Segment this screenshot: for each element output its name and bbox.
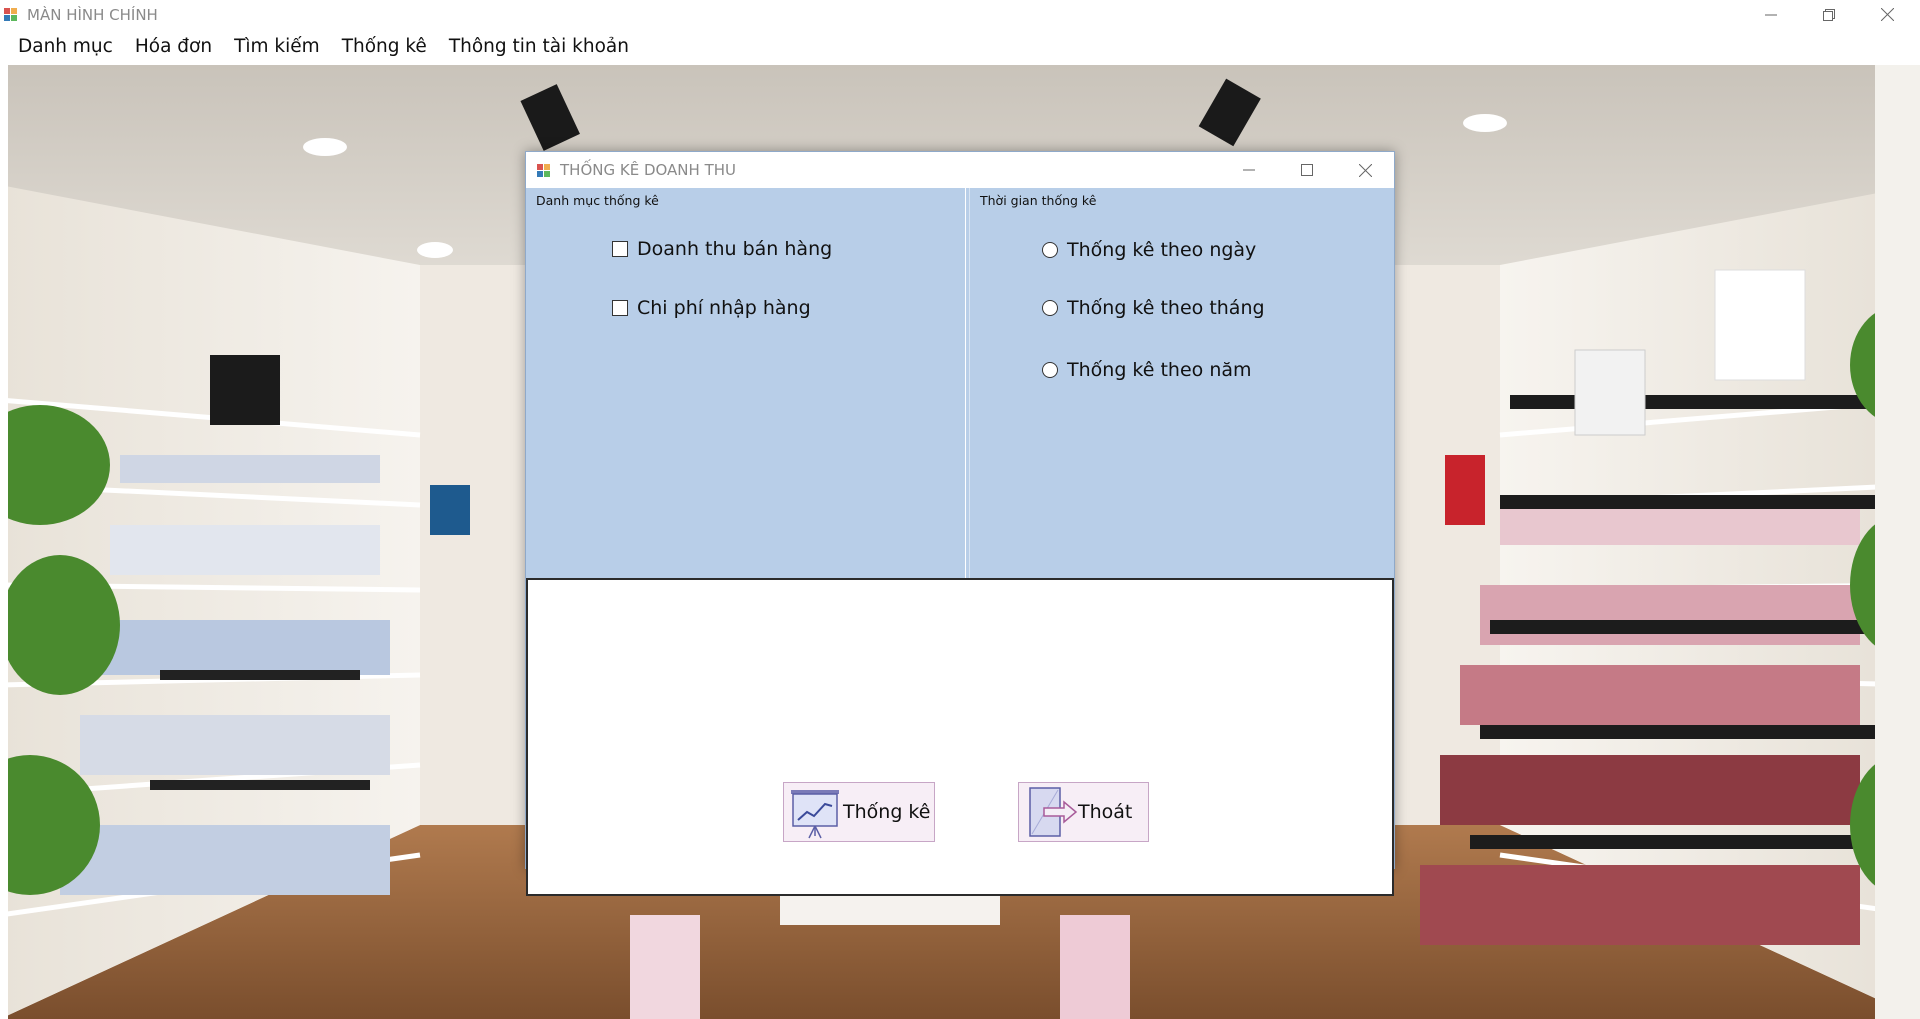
by-year-radio[interactable]: Thống kê theo năm (1042, 359, 1252, 381)
by-year-label: Thống kê theo năm (1067, 359, 1252, 381)
radio-circle[interactable] (1042, 362, 1058, 378)
category-group-label: Danh mục thống kê (536, 193, 659, 208)
statistics-button-label: Thống kê (843, 801, 931, 823)
by-month-radio[interactable]: Thống kê theo tháng (1042, 297, 1265, 319)
time-group-label: Thời gian thống kê (980, 193, 1097, 208)
statistics-result-panel (526, 578, 1394, 896)
sales-revenue-checkbox[interactable]: Doanh thu bán hàng (612, 238, 832, 260)
menu-thong-tin-tai-khoan[interactable]: Thông tin tài khoản (438, 29, 640, 65)
close-button[interactable] (1858, 0, 1916, 29)
minimize-button[interactable] (1742, 0, 1800, 29)
radio-circle[interactable] (1042, 300, 1058, 316)
by-day-label: Thống kê theo ngày (1067, 239, 1257, 261)
dialog-close-button[interactable] (1336, 152, 1394, 188)
menu-danh-muc[interactable]: Danh mục (7, 29, 124, 65)
revenue-statistics-dialog: THỐNG KÊ DOANH THU Danh mục thống kê Doa… (525, 151, 1395, 896)
exit-button-label: Thoát (1078, 801, 1133, 823)
main-titlebar: MÀN HÌNH CHÍNH (0, 0, 1920, 29)
dialog-title: THỐNG KÊ DOANH THU (560, 161, 736, 179)
menubar: Danh mục Hóa đơn Tìm kiếm Thống kê Thông… (0, 29, 1920, 65)
category-groupbox: Danh mục thống kê Doanh thu bán hàng Chi… (526, 188, 966, 578)
app-icon (4, 8, 17, 21)
time-groupbox: Thời gian thống kê Thống kê theo ngày Th… (969, 188, 1394, 578)
restore-button[interactable] (1800, 0, 1858, 29)
sales-revenue-label: Doanh thu bán hàng (637, 238, 833, 260)
restore-icon (1823, 8, 1835, 21)
menu-tim-kiem[interactable]: Tìm kiếm (223, 29, 331, 65)
import-cost-checkbox[interactable]: Chi phí nhập hàng (612, 297, 811, 319)
exit-door-icon (1029, 787, 1078, 837)
import-cost-label: Chi phí nhập hàng (637, 297, 811, 319)
checkbox-box[interactable] (612, 241, 628, 257)
by-day-radio[interactable]: Thống kê theo ngày (1042, 239, 1256, 261)
menu-thong-ke[interactable]: Thống kê (331, 29, 438, 65)
radio-circle[interactable] (1042, 242, 1058, 258)
close-icon (1358, 163, 1372, 177)
by-month-label: Thống kê theo tháng (1067, 297, 1265, 319)
window-title: MÀN HÌNH CHÍNH (27, 6, 158, 24)
dialog-app-icon (537, 164, 550, 177)
menu-hoa-don[interactable]: Hóa đơn (124, 29, 223, 65)
minimize-icon (1765, 14, 1777, 15)
dialog-minimize-button[interactable] (1220, 152, 1278, 188)
checkbox-box[interactable] (612, 300, 628, 316)
presentation-chart-icon (791, 790, 839, 839)
dialog-maximize-button[interactable] (1278, 152, 1336, 188)
dialog-titlebar: THỐNG KÊ DOANH THU (526, 152, 1394, 188)
close-icon (1880, 8, 1894, 21)
statistics-button[interactable]: Thống kê (783, 782, 935, 842)
exit-button[interactable]: Thoát (1018, 782, 1149, 842)
minimize-icon (1243, 169, 1255, 171)
maximize-icon (1301, 164, 1313, 176)
